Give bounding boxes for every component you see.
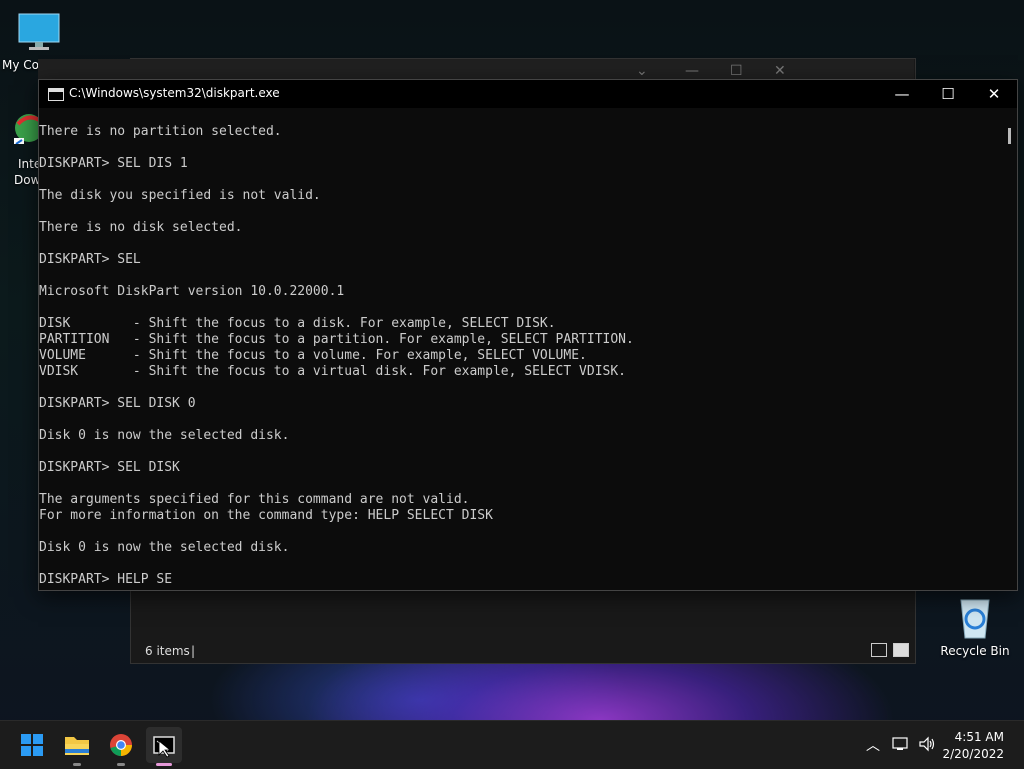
- taskbar-file-explorer[interactable]: [59, 727, 95, 766]
- explorer-status-bar: 6 items |: [131, 639, 915, 663]
- console-line: There is no disk selected.: [39, 220, 243, 235]
- console-line: DISKPART> SEL DISK 0: [39, 396, 196, 411]
- my-computer-label: My Co: [2, 58, 39, 72]
- tiles-view-icon[interactable]: [893, 643, 909, 657]
- console-line: DISKPART> HELP SE: [39, 572, 173, 587]
- console-line: DISKPART> SEL: [39, 252, 141, 267]
- console-line: VDISK - Shift the focus to a virtual dis…: [39, 364, 626, 379]
- status-separator: |: [191, 644, 196, 658]
- details-view-icon[interactable]: [871, 643, 887, 657]
- console-line: There is no partition selected.: [39, 124, 282, 139]
- console-scrollbar[interactable]: [1008, 128, 1011, 144]
- console-title: C:\Windows\system32\diskpart.exe: [69, 86, 280, 100]
- taskbar-chrome[interactable]: [103, 727, 139, 766]
- monitor-icon: [18, 13, 60, 50]
- explorer-maximize-icon[interactable]: ☐: [730, 63, 743, 79]
- close-button[interactable]: ✕: [971, 80, 1017, 108]
- clock-time: 4:51 AM: [954, 730, 1004, 744]
- volume-icon[interactable]: [918, 736, 936, 752]
- chevron-up-icon[interactable]: ︿: [866, 735, 880, 755]
- console-line: DISK - Shift the focus to a disk. For ex…: [39, 316, 556, 331]
- diskpart-console-window[interactable]: C:\Windows\system32\diskpart.exe — ☐ ✕ T…: [38, 79, 1018, 591]
- chrome-icon: [110, 734, 132, 756]
- windows-logo-icon: [21, 734, 43, 756]
- minimize-button[interactable]: —: [879, 80, 925, 108]
- idm-label-2: Dow: [14, 173, 41, 187]
- system-clock[interactable]: 4:51 AM 2/20/2022: [942, 729, 1004, 763]
- start-button[interactable]: [14, 727, 50, 763]
- console-app-icon: [48, 88, 64, 101]
- console-line: Disk 0 is now the selected disk.: [39, 428, 290, 443]
- taskbar-diskpart[interactable]: [146, 727, 182, 766]
- item-count: 6 items: [145, 644, 190, 658]
- chevron-down-icon[interactable]: ⌄: [636, 63, 648, 79]
- console-line: The arguments specified for this command…: [39, 492, 470, 507]
- taskbar: ︿ 4:51 AM 2/20/2022: [0, 720, 1024, 769]
- running-indicator: [73, 763, 81, 766]
- folder-icon: [65, 737, 89, 755]
- console-line: Microsoft DiskPart version 10.0.22000.1: [39, 284, 345, 299]
- console-line: Disk 0 is now the selected disk.: [39, 540, 290, 555]
- recycle-bin-label: Recycle Bin: [940, 644, 1010, 658]
- console-line: DISKPART> SEL DISK: [39, 460, 180, 475]
- explorer-close-icon[interactable]: ✕: [774, 63, 786, 79]
- maximize-button[interactable]: ☐: [925, 80, 971, 108]
- network-icon[interactable]: [892, 736, 910, 752]
- running-indicator: [117, 763, 125, 766]
- console-line: For more information on the command type…: [39, 508, 493, 523]
- active-indicator: [156, 763, 172, 766]
- console-taskbar-icon: [153, 736, 175, 758]
- console-line: DISKPART> SEL DIS 1: [39, 156, 188, 171]
- console-output[interactable]: There is no partition selected. DISKPART>…: [39, 108, 999, 604]
- clock-date: 2/20/2022: [942, 747, 1004, 761]
- console-line: The disk you specified is not valid.: [39, 188, 321, 203]
- console-titlebar[interactable]: C:\Windows\system32\diskpart.exe — ☐ ✕: [39, 80, 1017, 108]
- console-line: VOLUME - Shift the focus to a volume. Fo…: [39, 348, 587, 363]
- explorer-minimize-icon[interactable]: —: [685, 63, 699, 79]
- recycle-bin-desktop-icon[interactable]: Recycle Bin: [940, 596, 1010, 658]
- console-line: PARTITION - Shift the focus to a partiti…: [39, 332, 634, 347]
